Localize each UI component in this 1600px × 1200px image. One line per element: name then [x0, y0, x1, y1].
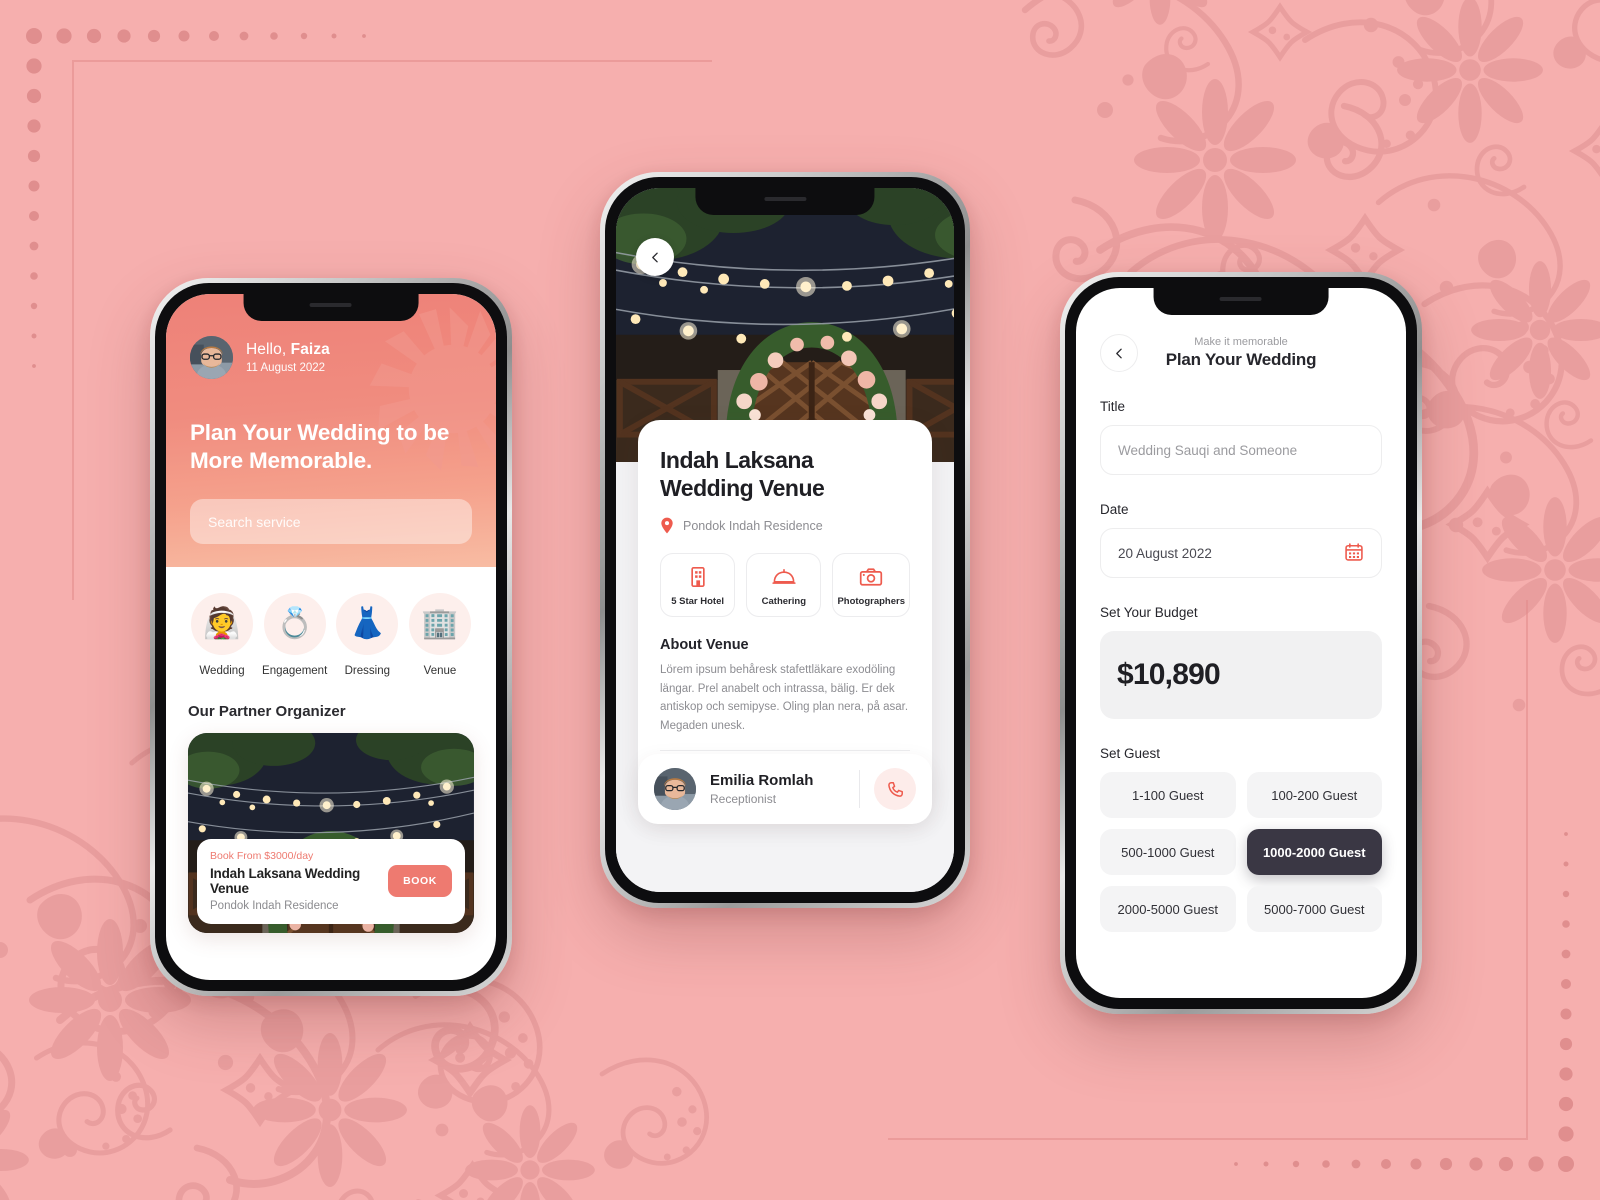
guest-options-grid: 1-100 Guest 100-200 Guest 500-1000 Guest…: [1100, 772, 1382, 932]
receptionist-role: Receptionist: [710, 792, 777, 806]
receptionist-name: Emilia Romlah: [710, 772, 814, 789]
guest-option-100-200[interactable]: 100-200 Guest: [1246, 772, 1382, 818]
date-input[interactable]: 20 August 2022: [1100, 528, 1382, 578]
category-list: 👰 Wedding 💍 Engagement 👗 Dressing 🏢 Venu…: [188, 593, 474, 677]
partner-name: Indah Laksana Wedding Venue: [210, 866, 361, 896]
partner-card-info: Book From $3000/day Indah Laksana Weddin…: [197, 839, 465, 924]
phone-bezel: Hello, Faiza 11 August 2022 Plan Your We…: [155, 283, 507, 991]
date-value: 20 August 2022: [1118, 545, 1212, 561]
calendar-icon[interactable]: [1344, 542, 1364, 565]
category-item-venue[interactable]: 🏢 Venue: [406, 593, 474, 677]
about-venue-heading: About Venue: [660, 637, 749, 654]
phone-mockup-plan: Make it memorable Plan Your Wedding Titl…: [1060, 272, 1422, 1014]
category-label: Engagement: [262, 665, 328, 677]
plan-title-group: Make it memorable Plan Your Wedding: [1100, 336, 1382, 370]
avatar: [654, 768, 696, 810]
label-title: Title: [1100, 399, 1126, 414]
partner-location: Pondok Indah Residence: [210, 900, 339, 912]
page-title: Plan Your Wedding: [1165, 350, 1317, 369]
guest-option-1-100[interactable]: 1-100 Guest: [1100, 772, 1236, 818]
phone-notch: [243, 294, 419, 321]
venue-location-row: Pondok Indah Residence: [660, 517, 910, 534]
phone-notch: [1153, 288, 1329, 315]
user-name: Faiza: [290, 341, 330, 358]
guest-option-2000-5000[interactable]: 2000-5000 Guest: [1100, 886, 1236, 932]
divider: [660, 749, 910, 751]
guest-option-5000-7000[interactable]: 5000-7000 Guest: [1246, 886, 1382, 932]
camera-icon: [837, 565, 905, 589]
venue-location: Pondok Indah Residence: [683, 518, 823, 533]
chip-photographers[interactable]: Photographers: [832, 553, 910, 618]
phone-icon: [887, 781, 903, 797]
screen-venue-detail: Indah Laksana Wedding Venue Pondok Indah…: [616, 188, 954, 892]
partner-price-from: Book From $3000/day: [210, 850, 314, 862]
label-date: Date: [1100, 502, 1129, 517]
venue-title: Indah Laksana Wedding Venue: [660, 447, 825, 502]
guest-option-500-1000[interactable]: 500-1000 Guest: [1100, 829, 1236, 875]
phone-bezel: Make it memorable Plan Your Wedding Titl…: [1065, 277, 1417, 1009]
search-placeholder: Search service: [208, 513, 301, 530]
chip-5-star-hotel[interactable]: 5 Star Hotel: [660, 553, 736, 618]
chip-label: Cathering: [761, 596, 806, 608]
plan-form: Make it memorable Plan Your Wedding Titl…: [1076, 288, 1406, 998]
greeting-text: Hello, Faiza: [246, 341, 330, 359]
label-guest: Set Guest: [1100, 746, 1161, 761]
chevron-left-icon: [1115, 348, 1122, 358]
chip-label: Photographers: [837, 596, 905, 608]
search-input[interactable]: Search service: [190, 499, 472, 545]
back-button[interactable]: [1100, 334, 1138, 372]
avatar[interactable]: [190, 336, 233, 379]
category-item-wedding[interactable]: 👰 Wedding: [188, 593, 256, 677]
chip-label: 5 Star Hotel: [671, 596, 724, 608]
screen-home: Hello, Faiza 11 August 2022 Plan Your We…: [166, 294, 496, 980]
hotel-building-icon: [665, 565, 730, 589]
phone-bezel: Indah Laksana Wedding Venue Pondok Indah…: [605, 177, 965, 903]
phone-notch: [695, 188, 875, 215]
label-budget: Set Your Budget: [1100, 605, 1198, 620]
user-greeting-row: Hello, Faiza 11 August 2022: [190, 336, 472, 379]
current-date: 11 August 2022: [246, 362, 326, 374]
home-headline: Plan Your Wedding to be More Memorable.: [190, 420, 450, 474]
category-label: Dressing: [344, 665, 390, 677]
divider: [859, 770, 860, 808]
dress-emoji-icon: 👗: [336, 593, 399, 655]
home-header: Hello, Faiza 11 August 2022 Plan Your We…: [166, 294, 496, 567]
chevron-left-icon: [651, 252, 658, 262]
back-button[interactable]: [636, 238, 674, 276]
category-label: Wedding: [199, 665, 245, 677]
greeting-prefix: Hello,: [246, 341, 291, 358]
venue-feature-chips: 5 Star Hotel Cathering Photographers: [660, 553, 910, 618]
plan-subtitle: Make it memorable: [1194, 336, 1288, 348]
title-input[interactable]: Wedding Sauqi and Someone: [1100, 425, 1382, 475]
book-button[interactable]: BOOK: [388, 865, 452, 897]
chip-cathering[interactable]: Cathering: [746, 553, 822, 618]
receptionist-card[interactable]: Emilia Romlah Receptionist: [638, 754, 932, 824]
budget-input[interactable]: $10,890: [1100, 631, 1382, 719]
plan-header: Make it memorable Plan Your Wedding: [1100, 334, 1382, 372]
call-button[interactable]: [874, 768, 916, 810]
partner-card[interactable]: Book From $3000/day Indah Laksana Weddin…: [188, 733, 474, 933]
food-cloche-icon: [751, 565, 816, 589]
title-placeholder: Wedding Sauqi and Someone: [1118, 442, 1298, 458]
section-title-partner-organizer: Our Partner Organizer: [188, 703, 346, 720]
home-body: 👰 Wedding 💍 Engagement 👗 Dressing 🏢 Venu…: [166, 567, 496, 933]
map-pin-icon: [661, 517, 673, 534]
office-building-emoji-icon: 🏢: [408, 593, 471, 655]
bride-with-veil-emoji-icon: 👰: [191, 593, 253, 655]
guest-option-1000-2000[interactable]: 1000-2000 Guest: [1246, 829, 1382, 875]
ring-emoji-icon: 💍: [263, 593, 326, 655]
category-item-engagement[interactable]: 💍 Engagement: [261, 593, 329, 677]
detail-scroll[interactable]: Indah Laksana Wedding Venue Pondok Indah…: [616, 188, 954, 892]
about-venue-text: Lörem ipsum behåresk stafettläkare exodö…: [660, 664, 909, 732]
budget-value: $10,890: [1117, 658, 1221, 691]
phone-mockup-detail: Indah Laksana Wedding Venue Pondok Indah…: [600, 172, 970, 908]
phone-mockup-home: Hello, Faiza 11 August 2022 Plan Your We…: [150, 278, 512, 996]
screen-plan-wedding: Make it memorable Plan Your Wedding Titl…: [1076, 288, 1406, 998]
category-label: Venue: [423, 665, 457, 677]
category-item-dressing[interactable]: 👗 Dressing: [333, 593, 401, 677]
